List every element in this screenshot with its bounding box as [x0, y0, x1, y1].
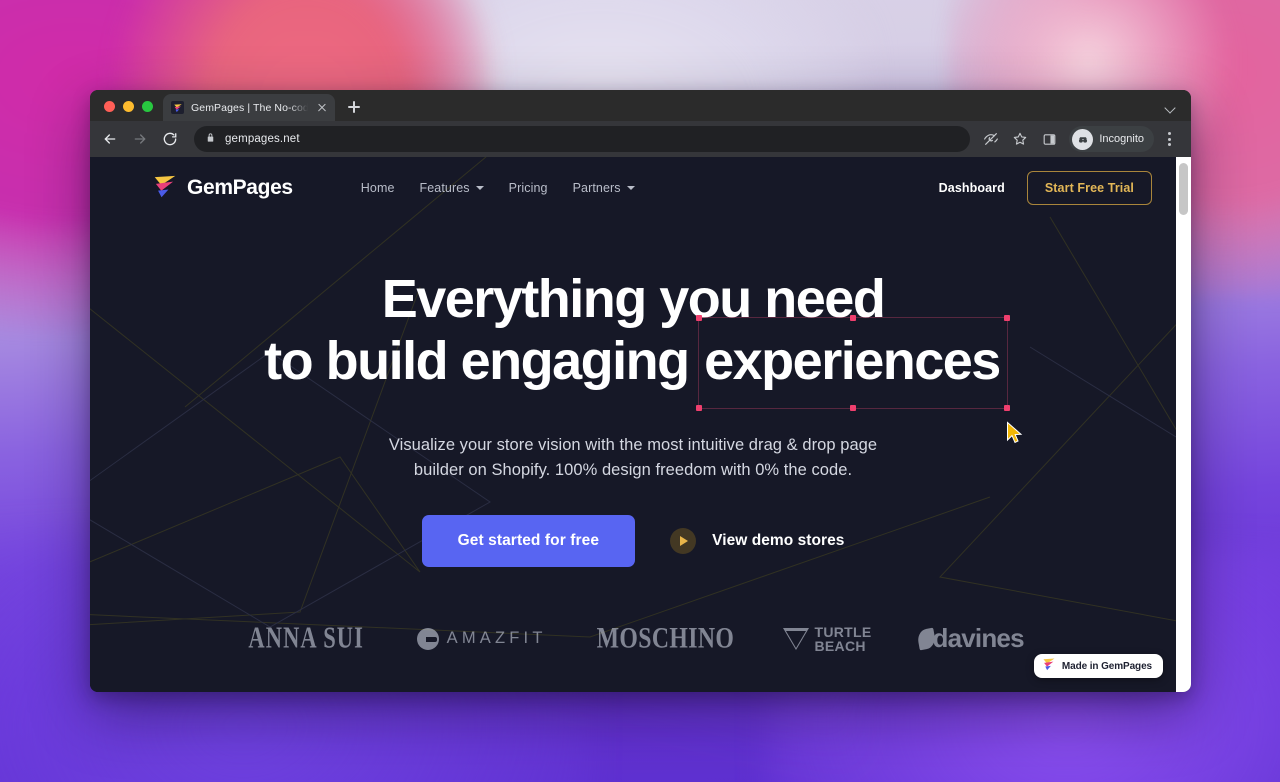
hero-subheading-line-2: builder on Shopify. 100% design freedom … — [413, 460, 853, 479]
scrollbar-thumb[interactable] — [1179, 163, 1188, 215]
demo-link-label: View demo stores — [712, 532, 845, 550]
page-viewport: GemPages Home Features Pricing Partners — [90, 157, 1191, 692]
incognito-label: Incognito — [1099, 133, 1144, 145]
nav-item-home[interactable]: Home — [361, 181, 395, 195]
hero-section: Everything you need to build engaging ex… — [90, 219, 1176, 568]
bookmark-star-icon[interactable] — [1007, 126, 1033, 152]
dashboard-link[interactable]: Dashboard — [939, 181, 1005, 195]
gempages-logo-icon — [152, 173, 178, 204]
maximize-window-button[interactable] — [142, 101, 153, 112]
close-window-button[interactable] — [104, 101, 115, 112]
nav-label: Features — [419, 181, 470, 195]
mouse-cursor-icon — [1006, 399, 1024, 444]
toolbar-actions: Incognito — [978, 126, 1181, 152]
hero-heading-selected-word: experiences — [704, 331, 1001, 392]
browser-tab[interactable]: GemPages | The No-code Page — [163, 94, 335, 121]
eye-slash-icon[interactable] — [978, 126, 1004, 152]
brand-name: GemPages — [187, 176, 293, 199]
nav-item-partners[interactable]: Partners — [573, 181, 635, 195]
hero-heading: Everything you need to build engaging ex… — [90, 269, 1176, 444]
new-tab-button[interactable] — [341, 94, 367, 120]
minimize-window-button[interactable] — [123, 101, 134, 112]
made-in-gempages-badge[interactable]: Made in GemPages — [1033, 654, 1163, 678]
logo-turtle-beach: TURTLE BEACH — [783, 625, 871, 653]
logo-turtle-beach-text: TURTLE BEACH — [814, 625, 871, 653]
close-tab-icon[interactable] — [315, 101, 329, 115]
page-scrollbar[interactable] — [1176, 157, 1191, 692]
nav-item-pricing[interactable]: Pricing — [509, 181, 548, 195]
view-demo-stores-link[interactable]: View demo stores — [670, 528, 845, 555]
incognito-indicator[interactable]: Incognito — [1069, 126, 1154, 152]
resize-handle-bottom-left[interactable] — [696, 405, 703, 412]
forward-button[interactable] — [126, 125, 154, 153]
nav-item-features[interactable]: Features — [420, 181, 484, 195]
logo-davines-text: davines — [932, 623, 1025, 654]
address-bar[interactable]: gempages.net — [194, 126, 971, 152]
logo-amazfit: AMAZFIT — [416, 627, 547, 650]
hero-heading-line-2: to build engaging experiences — [264, 315, 1023, 444]
chevron-down-icon[interactable] — [1165, 102, 1177, 114]
gempages-logo-icon — [1042, 657, 1056, 676]
site-nav-links: Home Features Pricing Partners — [361, 181, 635, 195]
logo-davines: davines — [915, 623, 1025, 654]
gempages-logo-icon — [171, 101, 184, 114]
logo-anna-sui: ANNA SUI — [248, 621, 365, 655]
selected-text-element[interactable]: experiences — [696, 315, 1023, 444]
reload-button[interactable] — [156, 125, 184, 153]
resize-handle-bottom-center[interactable] — [849, 405, 856, 412]
tab-strip: GemPages | The No-code Page — [90, 90, 1191, 121]
site-navbar: GemPages Home Features Pricing Partners — [90, 157, 1176, 219]
back-button[interactable] — [96, 125, 124, 153]
chevron-down-icon — [475, 186, 484, 190]
logo-line-2: BEACH — [814, 637, 866, 654]
incognito-avatar-icon — [1072, 128, 1094, 150]
amazfit-mark-icon — [416, 627, 439, 650]
hero-heading-line-1: Everything you need — [381, 269, 886, 329]
browser-toolbar: gempages.net Incognito — [90, 121, 1191, 157]
logo-amazfit-text: AMAZFIT — [446, 629, 547, 648]
nav-label: Partners — [572, 181, 621, 195]
gempages-landing-page: GemPages Home Features Pricing Partners — [90, 157, 1176, 692]
window-controls — [100, 101, 163, 121]
site-nav-actions: Dashboard Start Free Trial — [939, 171, 1152, 205]
browser-window: GemPages | The No-code Page — [90, 90, 1191, 692]
start-free-trial-button[interactable]: Start Free Trial — [1026, 171, 1152, 205]
lock-icon — [205, 130, 216, 148]
tab-title: GemPages | The No-code Page — [191, 101, 308, 114]
browser-menu-icon[interactable] — [1157, 126, 1181, 152]
side-panel-icon[interactable] — [1036, 126, 1062, 152]
nav-label: Pricing — [508, 181, 548, 195]
turtle-beach-mark-icon — [783, 627, 810, 650]
nav-label: Home — [360, 181, 395, 195]
site-logo[interactable]: GemPages — [152, 173, 293, 204]
chevron-down-icon — [626, 186, 635, 190]
get-started-button[interactable]: Get started for free — [421, 515, 636, 568]
hero-heading-prefix: to build engaging — [264, 331, 703, 392]
badge-label: Made in GemPages — [1061, 660, 1152, 672]
brand-logos-row: ANNA SUI AMAZFIT MOSCHINO TURTLE BEACH d… — [90, 621, 1176, 655]
play-icon — [670, 528, 697, 555]
url-text: gempages.net — [225, 133, 300, 145]
logo-moschino: MOSCHINO — [596, 621, 734, 655]
hero-cta-group: Get started for free View demo stores — [90, 515, 1176, 568]
